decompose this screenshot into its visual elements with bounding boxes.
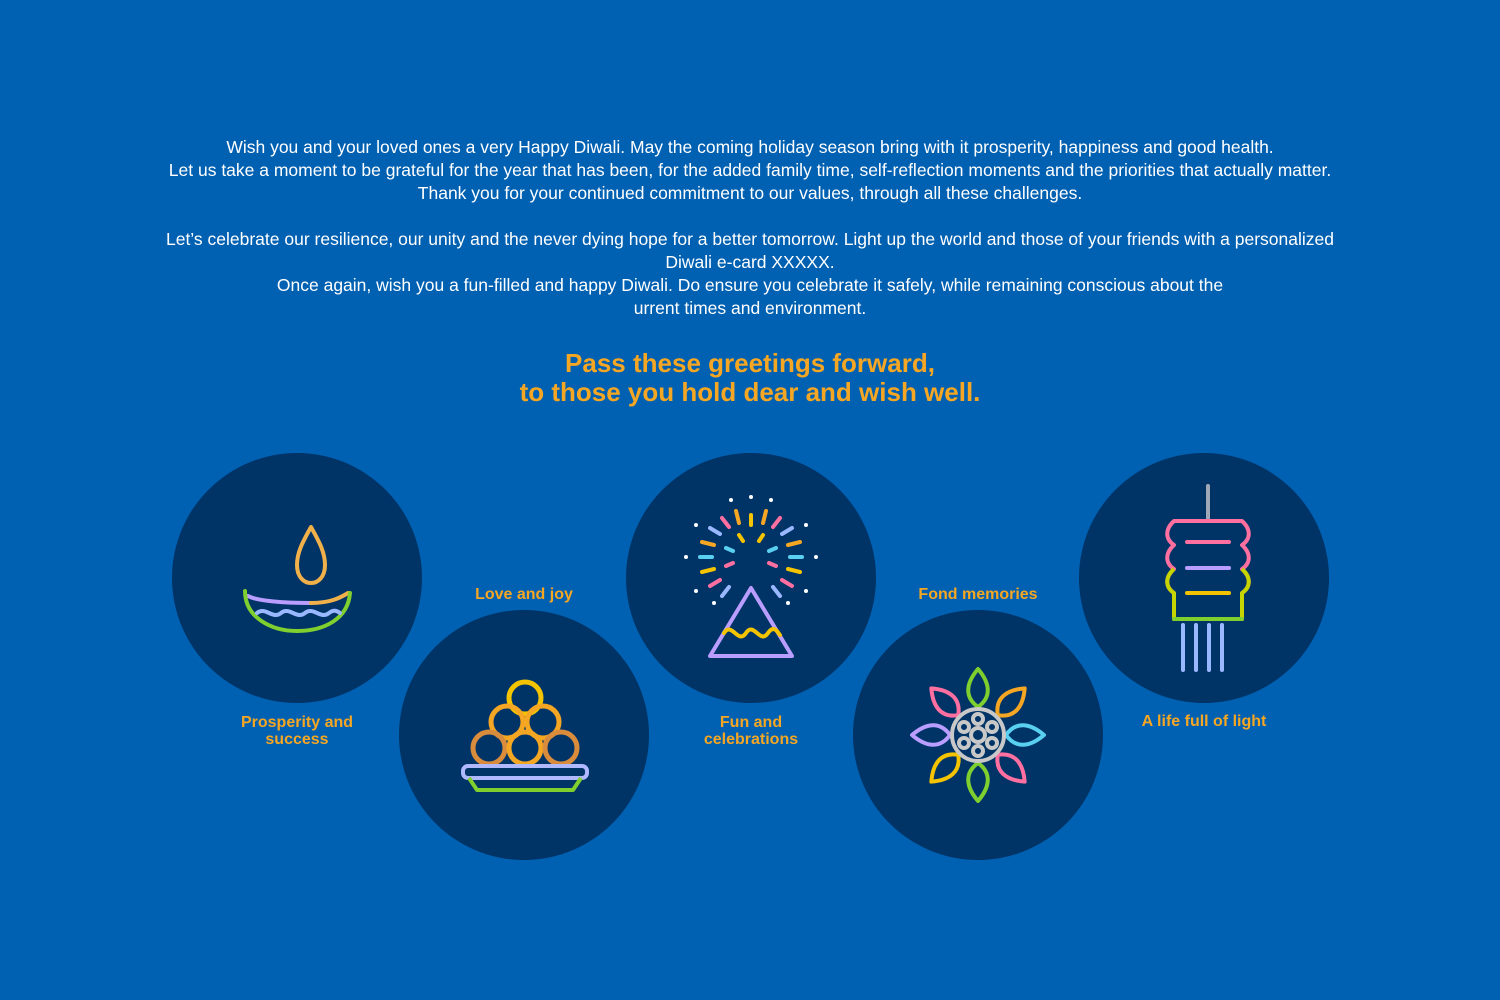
card-label-light: A life full of light bbox=[1079, 713, 1329, 730]
message-line: Wish you and your loved ones a very Happ… bbox=[226, 137, 1274, 157]
cta-line-2: to those you hold dear and wish well. bbox=[519, 377, 981, 407]
label-line: Fun and bbox=[719, 714, 783, 731]
card-label-memories: Fond memories bbox=[853, 586, 1103, 603]
card-memories bbox=[853, 610, 1103, 860]
greeting-message: Wish you and your loved ones a very Happ… bbox=[0, 136, 1500, 320]
label-line: Prosperity and bbox=[240, 714, 354, 731]
diya-lamp-icon bbox=[243, 525, 352, 634]
label-line: Love and joy bbox=[475, 586, 573, 603]
label-line: celebrations bbox=[703, 731, 799, 748]
hanging-lantern-icon bbox=[1165, 484, 1251, 672]
label-line: A life full of light bbox=[1141, 713, 1267, 730]
message-line: Once again, wish you a fun-filled and ha… bbox=[276, 275, 1224, 295]
fireworks-icon bbox=[684, 495, 818, 658]
card-fun bbox=[626, 453, 876, 703]
message-line: Diwali e-card XXXXX. bbox=[665, 252, 835, 272]
card-light bbox=[1079, 453, 1329, 703]
call-to-action-heading: Pass these greetings forward, to those y… bbox=[0, 349, 1500, 407]
message-line: Let’s celebrate our resilience, our unit… bbox=[165, 229, 1334, 249]
card-label-love: Love and joy bbox=[399, 586, 649, 603]
label-line: Fond memories bbox=[918, 586, 1038, 603]
message-line: Thank you for your continued commitment … bbox=[417, 183, 1083, 203]
rangoli-flower-icon bbox=[910, 667, 1046, 803]
card-label-fun: Fun and celebrations bbox=[626, 714, 876, 748]
card-love bbox=[399, 610, 649, 860]
card-prosperity bbox=[172, 453, 422, 703]
sweets-plate-icon bbox=[461, 679, 589, 792]
label-line: success bbox=[265, 731, 329, 748]
card-label-prosperity: Prosperity and success bbox=[172, 714, 422, 748]
message-line: urrent times and environment. bbox=[633, 298, 867, 318]
cta-line-1: Pass these greetings forward, bbox=[565, 348, 935, 378]
message-line: Let us take a moment to be grateful for … bbox=[168, 160, 1332, 180]
